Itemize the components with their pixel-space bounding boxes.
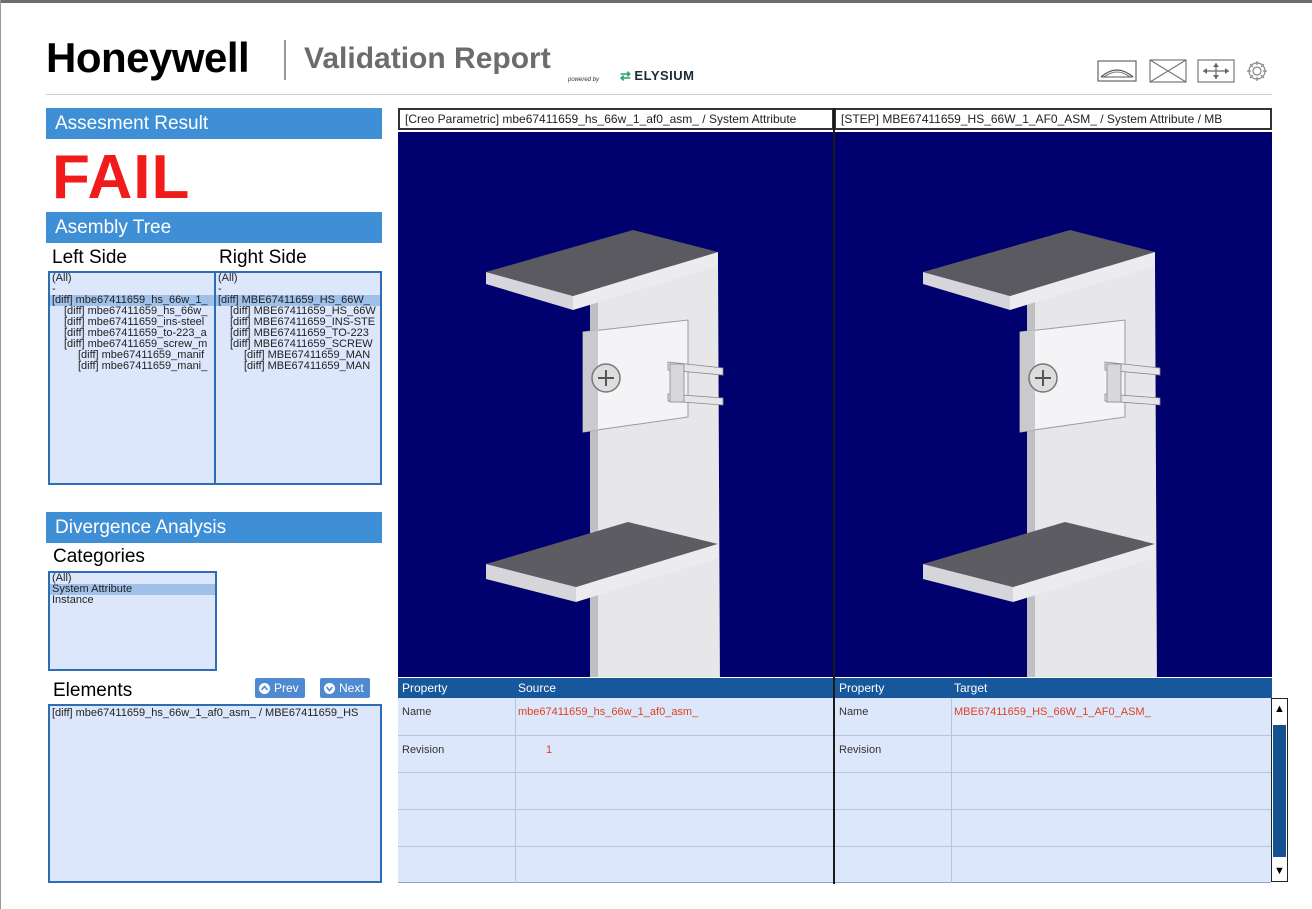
heatsink-model-right [923, 230, 1161, 677]
fit-arrows-icon[interactable] [1196, 58, 1236, 84]
elements-label: Elements [53, 680, 133, 701]
property-value: mbe67411659_hs_66w_1_af0_asm_ [518, 706, 699, 718]
chevron-down-icon [324, 682, 335, 694]
categories-label: Categories [53, 546, 145, 567]
element-item[interactable]: [diff] mbe67411659_hs_66w_1_af0_asm_ / M… [50, 708, 380, 719]
source-property-col-header: Property [402, 681, 448, 695]
next-button[interactable]: Next [320, 678, 370, 698]
target-properties-table: Name MBE67411659_HS_66W_1_AF0_ASM_ Revisio… [835, 698, 1271, 883]
categories-list[interactable]: (All) System Attribute Instance [48, 571, 217, 671]
assembly-tree-header: Asembly Tree [46, 212, 382, 243]
property-value: MBE67411659_HS_66W_1_AF0_ASM_ [954, 706, 1151, 718]
clear-x-icon[interactable] [1148, 58, 1188, 84]
assembly-tree-right-list[interactable]: (All) - [diff] MBE67411659_HS_66W_ [diff] M… [214, 271, 382, 485]
right-side-label: Right Side [219, 247, 307, 268]
assembly-tree-left-item[interactable]: [diff] mbe67411659_mani_ [50, 361, 214, 372]
assessment-result-status: FAIL [52, 143, 191, 212]
source-properties-table: Name mbe67411659_hs_66w_1_af0_asm_ Revisio… [398, 698, 833, 883]
header-rule [46, 94, 1272, 95]
assessment-result-header: Assesment Result [46, 108, 382, 139]
window-left-border [0, 0, 1, 909]
page-title: Validation Report [304, 42, 551, 75]
property-row: Name mbe67411659_hs_66w_1_af0_asm_ [398, 698, 833, 735]
next-button-label: Next [339, 681, 364, 695]
property-value: 1 [546, 744, 553, 756]
partner-logo: ⇄ ELYSIUM [620, 68, 695, 84]
powered-by-label: powered by [568, 77, 600, 83]
heatsink-model-left [486, 230, 724, 677]
assembly-tree-left-list[interactable]: (All) - [diff] mbe67411659_hs_66w_1_ [diff]… [48, 271, 216, 485]
property-row: Revision 1 [398, 735, 833, 773]
partner-name: ELYSIUM [634, 68, 695, 83]
exchange-arrows-icon: ⇄ [620, 68, 632, 83]
property-name: Revision [839, 744, 882, 756]
left-side-label: Left Side [52, 247, 127, 268]
left-3d-viewport[interactable] [398, 132, 833, 677]
property-row [835, 809, 1271, 847]
property-name: Name [402, 706, 432, 718]
scroll-up-icon[interactable]: ▲ [1272, 699, 1287, 719]
properties-scrollbar[interactable]: ▲ ▼ [1271, 698, 1288, 882]
property-row [835, 772, 1271, 810]
left-viewer-title: [Creo Parametric] mbe67411659_hs_66w_1_a… [398, 108, 834, 130]
scrollbar-thumb[interactable] [1273, 725, 1286, 857]
prev-button-label: Prev [274, 681, 299, 695]
source-properties-header: Property Source [398, 678, 833, 698]
property-row [398, 772, 833, 810]
property-row [398, 809, 833, 847]
target-col-header: Target [954, 681, 988, 695]
divergence-analysis-header: Divergence Analysis [46, 512, 382, 543]
right-3d-viewport[interactable] [835, 132, 1272, 677]
target-property-col-header: Property [839, 681, 885, 695]
property-name: Revision [402, 744, 445, 756]
chevron-up-icon [259, 682, 270, 694]
assembly-tree-left-item[interactable]: (All) [50, 273, 214, 284]
source-col-header: Source [518, 681, 557, 695]
right-viewer-title: [STEP] MBE67411659_HS_66W_1_AF0_ASM_ / S… [834, 108, 1272, 130]
window-top-border [0, 0, 1312, 3]
scroll-down-icon[interactable]: ▼ [1272, 861, 1287, 881]
property-row [835, 846, 1271, 884]
settings-gear-icon[interactable] [1242, 58, 1272, 84]
property-row: Name MBE67411659_HS_66W_1_AF0_ASM_ [835, 698, 1271, 735]
header-divider [284, 40, 286, 80]
assembly-tree-right-item[interactable]: (All) [216, 273, 380, 284]
target-properties-header: Property Target [835, 678, 1272, 698]
category-item[interactable]: Instance [50, 595, 215, 606]
property-row [398, 846, 833, 884]
view-eye-icon[interactable] [1096, 58, 1138, 84]
property-name: Name [839, 706, 869, 718]
brand-logo: Honeywell [46, 34, 250, 81]
assembly-tree-right-item[interactable]: [diff] MBE67411659_MAN [216, 361, 380, 372]
prev-button[interactable]: Prev [255, 678, 305, 698]
elements-list[interactable]: [diff] mbe67411659_hs_66w_1_af0_asm_ / M… [48, 704, 382, 883]
property-row: Revision [835, 735, 1271, 773]
